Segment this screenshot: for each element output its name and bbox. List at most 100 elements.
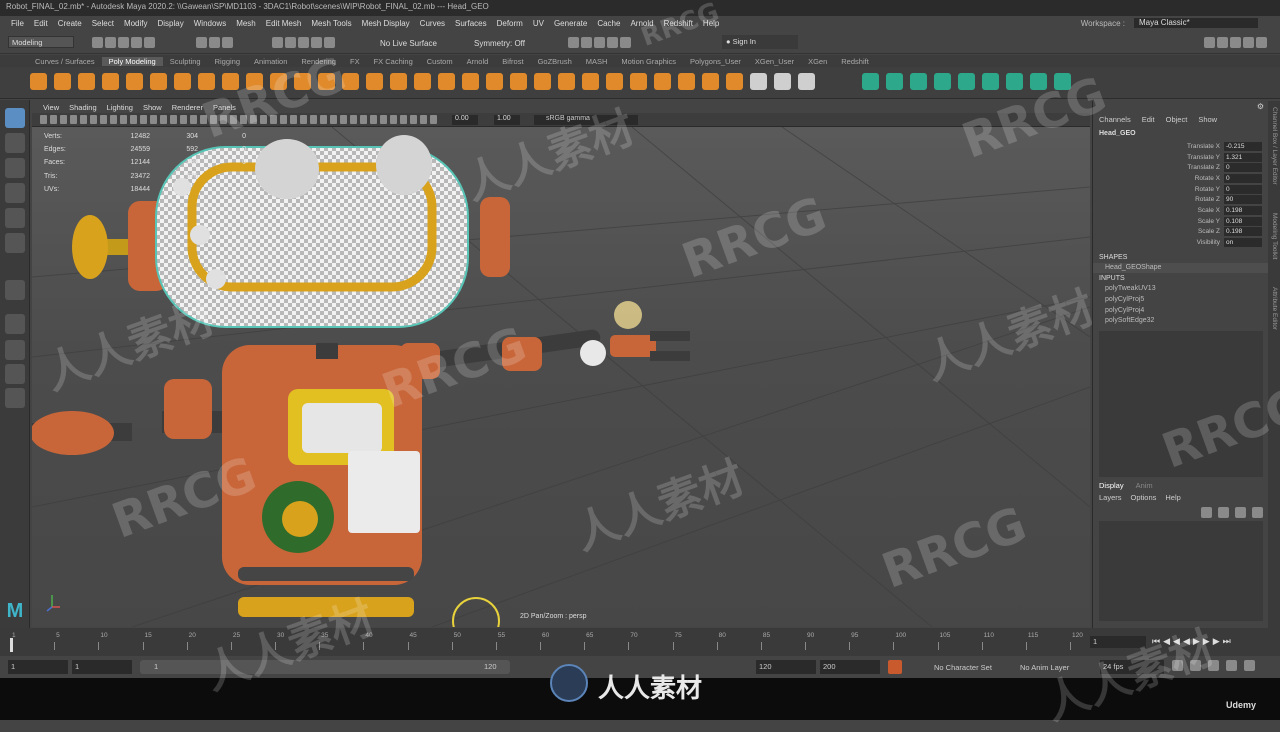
shelf-tab-polygons-user[interactable]: Polygons_User: [683, 57, 748, 66]
shelf-tool-icon[interactable]: [1030, 73, 1047, 90]
shelf-tool-icon[interactable]: [342, 73, 359, 90]
shelf-tool-icon[interactable]: [678, 73, 695, 90]
shelf-tool-icon[interactable]: [726, 73, 743, 90]
new-scene-icon[interactable]: [92, 37, 103, 48]
scene-end-field[interactable]: 200: [820, 660, 880, 674]
pause-icon[interactable]: [620, 37, 631, 48]
menu-redshift[interactable]: Redshift: [659, 19, 698, 28]
panel-toolbar-icon[interactable]: [190, 115, 197, 124]
color-space-dropdown[interactable]: sRGB gamma: [534, 115, 638, 125]
panel-toolbar-icon[interactable]: [250, 115, 257, 124]
shelf-tool-icon[interactable]: [126, 73, 143, 90]
perspective-viewport[interactable]: Verts: 12482 304 0 Edges: 24559 592 0 Faces: 1214…: [32, 127, 1090, 627]
menu-mesh[interactable]: Mesh: [231, 19, 261, 28]
shelf-tool-icon[interactable]: [750, 73, 767, 90]
attribute-editor-icon[interactable]: [1217, 37, 1228, 48]
menu-create[interactable]: Create: [53, 19, 87, 28]
panel-toolbar-icon[interactable]: [380, 115, 387, 124]
tab-display[interactable]: Display: [1099, 481, 1124, 490]
shelf-tab-animation[interactable]: Animation: [247, 57, 294, 66]
attribute-value-field[interactable]: 90: [1224, 195, 1262, 205]
shelf-tool-icon[interactable]: [958, 73, 975, 90]
attribute-value-field[interactable]: 1.321: [1224, 152, 1262, 162]
shelf-tool-icon[interactable]: [318, 73, 335, 90]
tab-anim[interactable]: Anim: [1136, 481, 1153, 490]
rotate-tool-icon[interactable]: [5, 208, 25, 228]
channel-menu-object[interactable]: Object: [1166, 115, 1188, 124]
attribute-value-field[interactable]: 0: [1224, 173, 1262, 183]
anim-start-field[interactable]: 1: [72, 660, 132, 674]
panel-toolbar-icon[interactable]: [300, 115, 307, 124]
panel-menu-view[interactable]: View: [38, 103, 64, 112]
side-tab-attribute-editor[interactable]: Attribute Editor: [1271, 287, 1278, 330]
attribute-value-field[interactable]: 0.198: [1224, 205, 1262, 215]
go-to-end-icon[interactable]: ⏭: [1223, 636, 1231, 647]
shelf-tool-icon[interactable]: [1054, 73, 1071, 90]
layout-icon[interactable]: [1256, 37, 1267, 48]
panel-toolbar-icon[interactable]: [260, 115, 267, 124]
shelf-tool-icon[interactable]: [414, 73, 431, 90]
scene-start-field[interactable]: 1: [8, 660, 68, 674]
menu-set-dropdown[interactable]: Modeling: [8, 36, 74, 48]
symmetry-label[interactable]: Symmetry: Off: [474, 39, 525, 48]
shelf-tab-curves-surfaces[interactable]: Curves / Surfaces: [28, 57, 102, 66]
menu-deform[interactable]: Deform: [492, 19, 528, 28]
menu-uv[interactable]: UV: [528, 19, 549, 28]
shelf-tool-icon[interactable]: [774, 73, 791, 90]
workspace-selector[interactable]: Workspace : Maya Classic*: [1076, 18, 1258, 28]
select-object-icon[interactable]: [209, 37, 220, 48]
move-layer-down-icon[interactable]: [1218, 507, 1229, 518]
menu-cache[interactable]: Cache: [592, 19, 625, 28]
panel-toolbar-icon[interactable]: [170, 115, 177, 124]
attribute-row[interactable]: Translate Y 1.321: [1093, 152, 1268, 163]
panel-toolbar-icon[interactable]: [360, 115, 367, 124]
channel-menu-channels[interactable]: Channels: [1099, 115, 1131, 124]
anim-end-field[interactable]: 120: [756, 660, 816, 674]
preferences-icon[interactable]: [1208, 660, 1219, 671]
fps-dropdown[interactable]: 24 fps: [1100, 660, 1164, 674]
panel-toolbar-icon[interactable]: [100, 115, 107, 124]
channel-box-icon[interactable]: [1243, 37, 1254, 48]
snap-surface-icon[interactable]: [324, 37, 335, 48]
panel-menu-renderer[interactable]: Renderer: [167, 103, 208, 112]
shelf-tool-icon[interactable]: [606, 73, 623, 90]
menu-surfaces[interactable]: Surfaces: [450, 19, 492, 28]
panel-menu-lighting[interactable]: Lighting: [102, 103, 138, 112]
attribute-value-field[interactable]: on: [1224, 238, 1262, 248]
character-set-dropdown[interactable]: No Character Set: [934, 663, 992, 672]
shelf-tool-icon[interactable]: [582, 73, 599, 90]
shelf-tool-icon[interactable]: [702, 73, 719, 90]
menu-arnold[interactable]: Arnold: [625, 19, 658, 28]
attribute-value-field[interactable]: 0: [1224, 184, 1262, 194]
sign-in-button[interactable]: ● Sign In: [722, 35, 798, 49]
panel-toolbar-icon[interactable]: [50, 115, 57, 124]
panel-toolbar-icon[interactable]: [110, 115, 117, 124]
modeling-toolkit-icon[interactable]: [1204, 37, 1215, 48]
panel-toolbar-icon[interactable]: [330, 115, 337, 124]
attribute-row[interactable]: Translate X -0.215: [1093, 141, 1268, 152]
paint-select-icon[interactable]: [5, 158, 25, 178]
input-node[interactable]: polyCylProj5: [1093, 295, 1268, 306]
shelf-tab-redshift[interactable]: Redshift: [834, 57, 876, 66]
menu-display[interactable]: Display: [153, 19, 189, 28]
menu-edit-mesh[interactable]: Edit Mesh: [261, 19, 307, 28]
panel-toolbar-icon[interactable]: [40, 115, 47, 124]
select-tool-icon[interactable]: [5, 108, 25, 128]
panel-toolbar-icon[interactable]: [430, 115, 437, 124]
shelf-tab-motion-graphics[interactable]: Motion Graphics: [614, 57, 683, 66]
shelf-tab-fx[interactable]: FX: [343, 57, 367, 66]
shelf-tool-icon[interactable]: [294, 73, 311, 90]
input-node[interactable]: polyCylProj4: [1093, 306, 1268, 317]
shelf-tab-gozbrush[interactable]: GoZBrush: [531, 57, 579, 66]
attribute-row[interactable]: Rotate Y 0: [1093, 184, 1268, 195]
attribute-row[interactable]: Translate Z 0: [1093, 162, 1268, 173]
current-time-marker[interactable]: [10, 638, 13, 652]
panel-toolbar-icon[interactable]: [140, 115, 147, 124]
select-hierarchy-icon[interactable]: [196, 37, 207, 48]
shelf-tool-icon[interactable]: [270, 73, 287, 90]
open-scene-icon[interactable]: [105, 37, 116, 48]
shelf-tool-icon[interactable]: [102, 73, 119, 90]
menu-select[interactable]: Select: [87, 19, 119, 28]
save-scene-icon[interactable]: [118, 37, 129, 48]
snap-view-icon[interactable]: [311, 37, 322, 48]
